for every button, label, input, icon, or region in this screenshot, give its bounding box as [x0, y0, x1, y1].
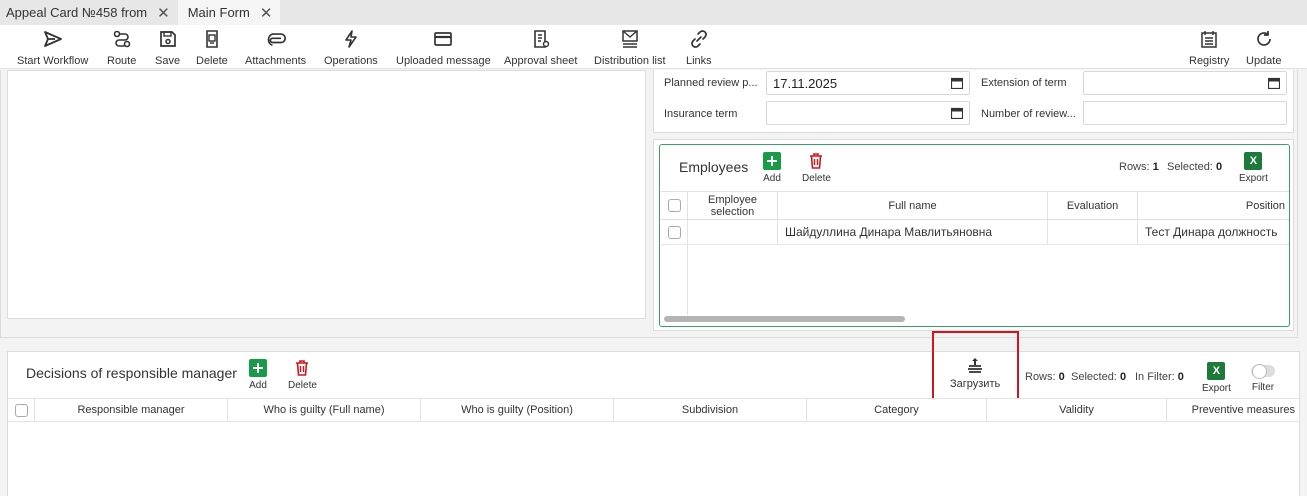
row-checkbox-cell[interactable] [661, 220, 688, 244]
approval-sheet-icon [533, 30, 549, 48]
col-preventive-measures[interactable]: Preventive measures [1167, 399, 1299, 421]
extension-term-field[interactable] [1083, 71, 1287, 95]
col-category[interactable]: Category [807, 399, 987, 421]
calendar-icon[interactable] [951, 77, 963, 89]
number-of-reviews-field[interactable] [1083, 101, 1287, 125]
calendar-icon[interactable] [1268, 77, 1280, 89]
calendar-icon[interactable] [951, 107, 963, 119]
lightning-icon [345, 30, 357, 48]
col-responsible-manager[interactable]: Responsible manager [35, 399, 228, 421]
registry-icon [1201, 31, 1217, 48]
decisions-rows-count: Rows: 0 [1025, 371, 1065, 383]
delete-button[interactable]: Delete [196, 29, 228, 67]
decisions-filter-toggle[interactable]: Filter [1251, 362, 1275, 393]
refresh-icon [1256, 31, 1271, 46]
planned-review-label: Planned review p... [664, 77, 758, 89]
decisions-selected-count: Selected: 0 [1071, 371, 1127, 383]
cell-evaluation[interactable] [1048, 220, 1138, 244]
employees-add-button[interactable]: Add [763, 152, 781, 184]
send-icon [43, 31, 62, 47]
paperclip-icon [267, 33, 286, 47]
decisions-title: Decisions of responsible manager [26, 365, 237, 381]
operations-button[interactable]: Operations [324, 29, 378, 67]
route-icon [113, 30, 130, 48]
col-validity[interactable]: Validity [987, 399, 1167, 421]
upload-button[interactable]: Загрузить [950, 357, 1000, 390]
decisions-grid-header: Responsible manager Who is guilty (Full … [8, 398, 1299, 422]
select-all-checkbox[interactable] [667, 199, 681, 212]
select-all-checkbox-cell[interactable] [661, 192, 688, 219]
close-icon[interactable]: ✕ [157, 4, 170, 22]
decisions-filter-count: In Filter: 0 [1135, 371, 1184, 383]
tab-appeal-card[interactable]: Appeal Card №458 from ✕ [0, 0, 178, 25]
registry-button[interactable]: Registry [1189, 29, 1229, 67]
employees-title: Employees [679, 159, 749, 175]
insurance-term-field[interactable] [766, 101, 970, 125]
card-icon [434, 32, 453, 46]
plus-icon [249, 359, 267, 377]
distribution-list-button[interactable]: Distribution list [594, 29, 666, 67]
approval-sheet-button[interactable]: Approval sheet [504, 29, 577, 67]
route-button[interactable]: Route [107, 29, 136, 67]
uploaded-message-button[interactable]: Uploaded message [396, 29, 491, 67]
planned-review-field[interactable]: 17.11.2025 [766, 71, 970, 95]
tab-bar: Appeal Card №458 from ✕ Main Form ✕ [0, 0, 1307, 25]
save-button[interactable]: Save [155, 29, 180, 67]
insurance-term-label: Insurance term [664, 108, 738, 120]
employees-selected-count: Selected: 0 [1167, 161, 1223, 173]
employees-export-button[interactable]: X Export [1239, 152, 1268, 184]
cell-employee-selection[interactable] [688, 220, 778, 244]
col-position[interactable]: Position [1138, 192, 1289, 219]
employees-rows-count: Rows: 1 [1119, 161, 1159, 173]
employees-grid-header: Employee selection Full name Evaluation … [661, 191, 1289, 220]
tab-label: Appeal Card №458 from [6, 5, 148, 20]
table-row[interactable]: Шайдуллина Динара Мавлитьяновна Тест Дин… [661, 220, 1289, 245]
start-workflow-button[interactable]: Start Workflow [17, 29, 88, 67]
trash-icon [296, 360, 309, 376]
delete-doc-icon [206, 30, 218, 48]
update-button[interactable]: Update [1246, 29, 1281, 67]
decisions-add-button[interactable]: Add [249, 359, 267, 391]
employees-delete-button[interactable]: Delete [802, 152, 831, 184]
link-icon [690, 30, 707, 48]
tab-main-form[interactable]: Main Form ✕ [177, 0, 281, 25]
envelope-list-icon [622, 30, 638, 48]
links-button[interactable]: Links [686, 29, 712, 67]
col-subdivision[interactable]: Subdivision [614, 399, 807, 421]
select-all-checkbox[interactable] [14, 403, 28, 417]
checkbox-column-fill [661, 245, 688, 315]
toolbar: Start Workflow Route Save Delete Attachm… [0, 25, 1307, 69]
plus-icon [763, 152, 781, 170]
horizontal-scrollbar[interactable] [664, 316, 905, 322]
col-evaluation[interactable]: Evaluation [1048, 192, 1138, 219]
col-guilty-full-name[interactable]: Who is guilty (Full name) [228, 399, 421, 421]
extension-term-label: Extension of term [981, 77, 1067, 89]
col-full-name[interactable]: Full name [778, 192, 1048, 219]
decisions-export-button[interactable]: X Export [1202, 362, 1231, 394]
toggle-switch[interactable] [1251, 364, 1275, 379]
attachments-button[interactable]: Attachments [245, 29, 306, 67]
excel-icon: X [1207, 362, 1226, 380]
col-guilty-position[interactable]: Who is guilty (Position) [421, 399, 614, 421]
tab-label: Main Form [187, 5, 250, 20]
cell-position[interactable]: Тест Динара должность [1138, 220, 1289, 244]
cell-full-name[interactable]: Шайдуллина Динара Мавлитьяновна [778, 220, 1048, 244]
select-all-checkbox-cell[interactable] [8, 399, 35, 421]
floppy-icon [159, 31, 176, 47]
trash-icon [810, 153, 823, 169]
upload-icon [968, 358, 983, 373]
number-of-reviews-label: Number of review... [981, 108, 1076, 120]
row-checkbox[interactable] [667, 225, 681, 239]
col-employee-selection[interactable]: Employee selection [688, 192, 778, 219]
excel-icon: X [1244, 152, 1263, 170]
decisions-delete-button[interactable]: Delete [288, 359, 317, 391]
close-icon[interactable]: ✕ [260, 4, 273, 22]
